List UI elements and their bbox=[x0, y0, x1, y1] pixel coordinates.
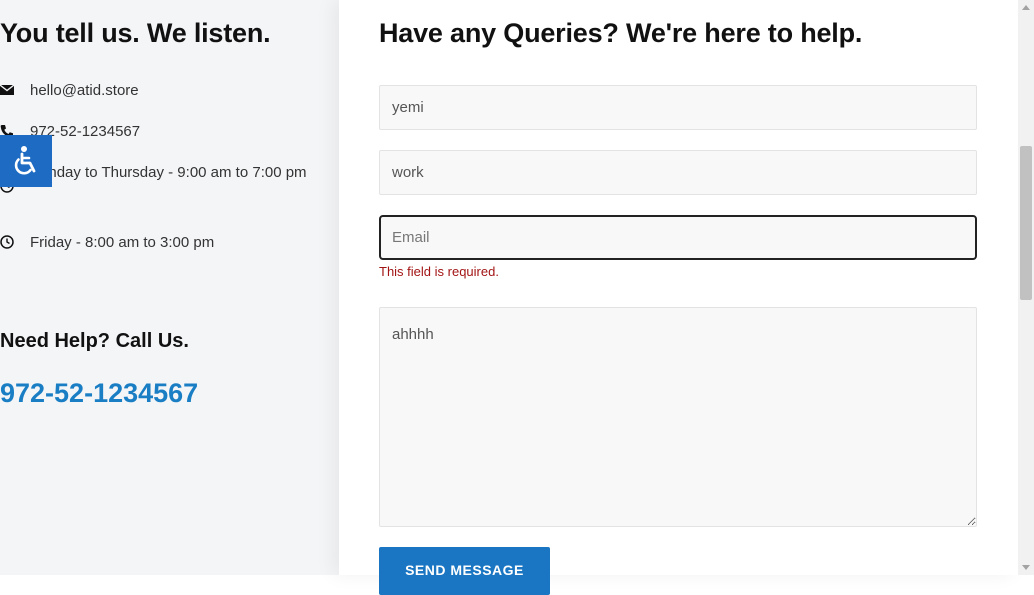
accessibility-button[interactable] bbox=[0, 135, 52, 187]
accessibility-icon bbox=[14, 146, 36, 175]
scroll-down-arrow-icon[interactable] bbox=[1022, 565, 1030, 570]
contact-info-panel: You tell us. We listen. hello@atid.store… bbox=[0, 0, 339, 575]
email-input[interactable] bbox=[379, 215, 977, 260]
email-error-message: This field is required. bbox=[379, 264, 499, 279]
help-phone-link[interactable]: 972-52-1234567 bbox=[0, 378, 198, 409]
contact-heading: You tell us. We listen. bbox=[0, 18, 271, 48]
clock-icon bbox=[0, 235, 14, 249]
form-heading: Have any Queries? We're here to help. bbox=[379, 18, 863, 48]
subject-input[interactable] bbox=[379, 150, 977, 195]
envelope-icon bbox=[0, 84, 14, 95]
name-input[interactable] bbox=[379, 85, 977, 130]
hours-friday-text: Friday - 8:00 am to 3:00 pm bbox=[30, 234, 215, 251]
email-text[interactable]: hello@atid.store bbox=[30, 76, 139, 105]
hours-weekday-text: Sunday to Thursday - 9:00 am to 7:00 pm bbox=[30, 164, 307, 181]
scroll-thumb[interactable] bbox=[1020, 146, 1032, 300]
contact-form-panel: Have any Queries? We're here to help. Th… bbox=[339, 0, 1018, 595]
message-textarea[interactable]: ahhhh bbox=[379, 307, 977, 527]
scroll-up-arrow-icon[interactable] bbox=[1022, 5, 1030, 10]
page-scrollbar[interactable] bbox=[1018, 0, 1034, 575]
help-title: Need Help? Call Us. bbox=[0, 330, 189, 352]
send-message-button[interactable]: SEND MESSAGE bbox=[379, 547, 550, 595]
